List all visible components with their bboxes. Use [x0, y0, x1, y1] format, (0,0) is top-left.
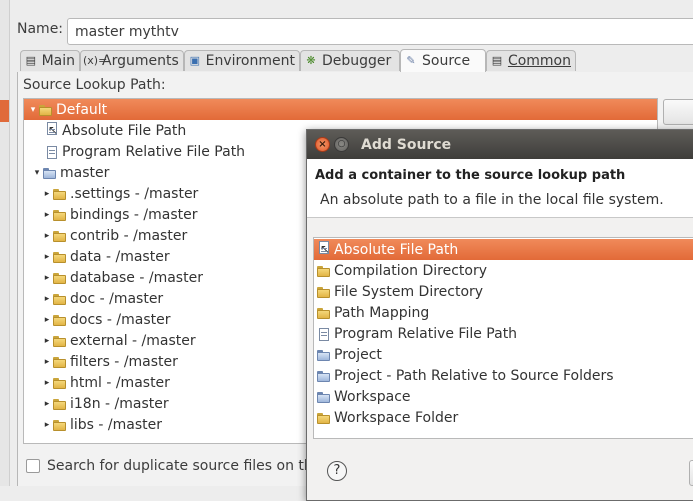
folder-icon [52, 250, 68, 264]
expand-arrow-icon[interactable]: ▸ [42, 378, 52, 388]
expand-arrow-icon[interactable]: ▸ [42, 294, 52, 304]
option-program-relative[interactable]: Program Relative File Path [314, 323, 693, 344]
duplicate-files-label: Search for duplicate source files on the [47, 458, 322, 474]
expand-arrow-icon[interactable]: ▸ [42, 399, 52, 409]
folder-icon [38, 103, 54, 117]
expand-arrow-icon[interactable]: ▸ [42, 420, 52, 430]
program-relative-icon [316, 327, 332, 341]
absolute-path-icon [316, 240, 332, 257]
debugger-bug-icon: ❋ [306, 54, 316, 67]
project-relative-icon [316, 369, 332, 383]
dialog-title: Add Source [361, 137, 452, 153]
folder-icon [316, 285, 332, 299]
expand-arrow-icon[interactable]: ▸ [42, 273, 52, 283]
add-source-dialog: × ○ Add Source Add a container to the so… [306, 129, 693, 501]
tree-item-default[interactable]: ▾ Default [24, 99, 657, 120]
project-folder-icon [316, 348, 332, 362]
expand-arrow-icon[interactable]: ▸ [42, 357, 52, 367]
expand-arrow-icon[interactable]: ▸ [42, 336, 52, 346]
folder-icon [316, 411, 332, 425]
expand-arrow-icon[interactable]: ▸ [42, 252, 52, 262]
option-project[interactable]: Project [314, 344, 693, 365]
tab-common[interactable]: ▤ Common [486, 50, 576, 71]
folder-icon [52, 376, 68, 390]
name-label: Name: [17, 21, 64, 37]
source-icon: ✎ [406, 54, 416, 67]
option-workspace-folder[interactable]: Workspace Folder [314, 407, 693, 428]
absolute-path-icon [44, 121, 60, 138]
collapse-arrow-icon[interactable]: ▾ [32, 168, 42, 178]
option-absolute-file-path[interactable]: Absolute File Path [314, 239, 693, 260]
source-lookup-label: Source Lookup Path: [23, 77, 166, 93]
folder-icon [52, 187, 68, 201]
option-workspace[interactable]: Workspace [314, 386, 693, 407]
help-icon[interactable]: ? [327, 461, 347, 481]
environment-icon: ▣ [189, 54, 200, 67]
folder-icon [52, 397, 68, 411]
path-mapping-icon [316, 306, 332, 320]
duplicate-files-checkbox[interactable] [26, 459, 40, 473]
workspace-icon [316, 390, 332, 404]
expand-arrow-icon[interactable]: ▸ [42, 231, 52, 241]
source-type-list[interactable]: Absolute File Path Compilation Directory… [313, 237, 693, 439]
gutter-selection [0, 100, 9, 122]
folder-icon [52, 229, 68, 243]
tab-source[interactable]: ✎ Source [400, 49, 486, 72]
dialog-heading: Add a container to the source lookup pat… [315, 168, 626, 183]
close-icon[interactable]: × [315, 137, 330, 152]
tab-bar: ▤ Main (x)= Arguments ▣ Environment ❋ Debugg… [17, 49, 693, 73]
tab-environment[interactable]: ▣ Environment [184, 50, 300, 71]
minimize-icon[interactable]: ○ [334, 137, 349, 152]
dialog-action-button[interactable] [689, 460, 693, 486]
common-icon: ▤ [491, 54, 503, 67]
program-relative-icon [44, 145, 60, 159]
folder-icon [52, 271, 68, 285]
option-path-mapping[interactable]: Path Mapping [314, 302, 693, 323]
expand-arrow-icon[interactable]: ▸ [42, 315, 52, 325]
option-file-system-directory[interactable]: File System Directory [314, 281, 693, 302]
add-button[interactable] [663, 99, 693, 125]
collapse-arrow-icon[interactable]: ▾ [28, 105, 38, 115]
arguments-icon: (x)= [83, 54, 108, 67]
folder-icon [52, 334, 68, 348]
dialog-description: An absolute path to a file in the local … [320, 192, 664, 208]
tab-arguments[interactable]: (x)= Arguments [80, 50, 184, 71]
tab-main[interactable]: ▤ Main [20, 50, 80, 71]
folder-icon [52, 208, 68, 222]
project-folder-icon [42, 166, 58, 180]
folder-icon [52, 292, 68, 306]
main-tab-icon: ▤ [25, 54, 36, 67]
expand-arrow-icon[interactable]: ▸ [42, 210, 52, 220]
folder-icon [52, 313, 68, 327]
option-project-relative[interactable]: Project - Path Relative to Source Folder… [314, 365, 693, 386]
folder-icon [52, 355, 68, 369]
compilation-folder-icon [316, 264, 332, 278]
folder-icon [52, 418, 68, 432]
expand-arrow-icon[interactable]: ▸ [42, 189, 52, 199]
left-gutter [0, 0, 10, 486]
name-input[interactable] [67, 18, 693, 45]
tab-debugger[interactable]: ❋ Debugger [300, 50, 400, 71]
option-compilation-directory[interactable]: Compilation Directory [314, 260, 693, 281]
